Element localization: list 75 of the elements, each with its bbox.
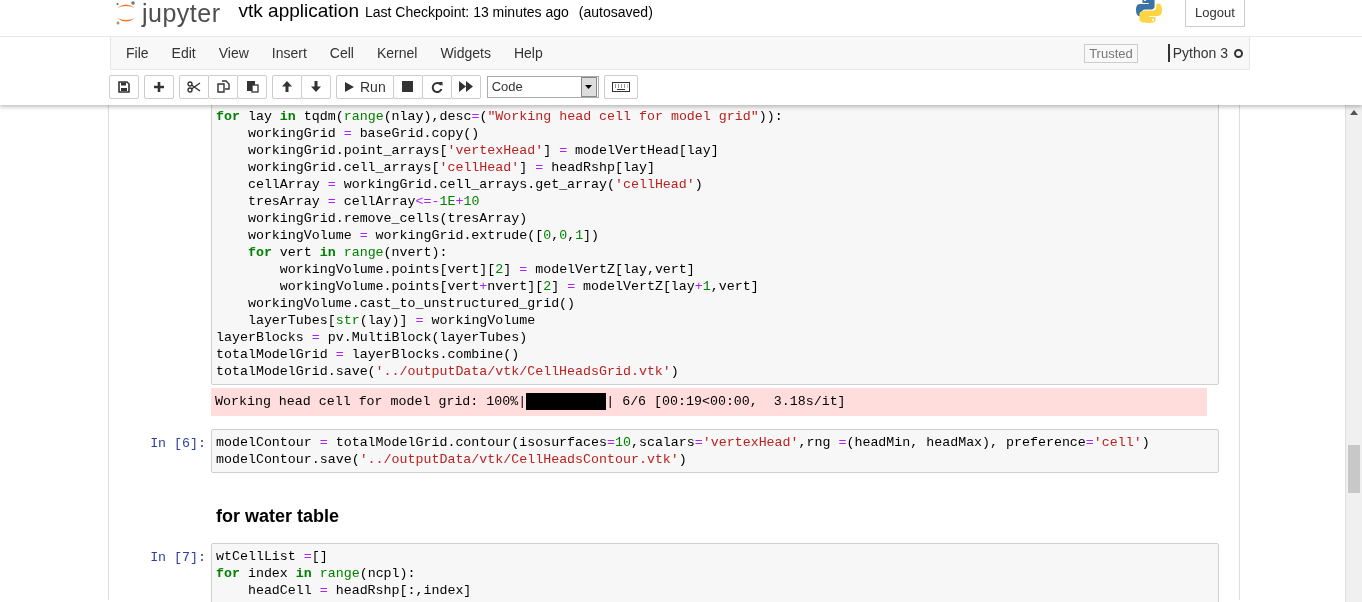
code-line: layerTubes[str(lay)] = workingVolume: [246, 312, 537, 329]
progress-text: | 6/6 [00:19<00:00, 3.18s/it]: [606, 393, 846, 410]
markdown-heading: for water table: [216, 505, 340, 528]
plus-icon: [153, 80, 165, 93]
code-line: workingGrid.remove_cells(tresArray): [246, 210, 529, 227]
move-up-button[interactable]: [272, 74, 302, 99]
menu-item[interactable]: Widgets: [430, 43, 501, 63]
paste-button[interactable]: [237, 74, 267, 99]
play-icon: [344, 80, 355, 93]
code-cell-input[interactable]: [211, 105, 1219, 385]
arrow-up-icon: [281, 80, 293, 93]
fast-forward-icon: [458, 81, 473, 92]
stop-icon: [402, 81, 414, 92]
run-button[interactable]: Run: [336, 74, 394, 99]
keyboard-icon: [611, 81, 630, 92]
last-checkpoint-text: Last Checkpoint: 13 minutes ago: [364, 4, 569, 20]
copy-icon: [216, 80, 230, 93]
menu-item[interactable]: Help: [503, 43, 553, 63]
code-line: workingVolume.points[vert+nvert][2] = modelVertZ[lay+1,vert]: [278, 278, 760, 295]
scroll-up-arrow-icon[interactable]: [1350, 110, 1358, 115]
paste-icon: [245, 80, 259, 93]
code-line: headCell = headRshp[:,index]: [246, 582, 473, 599]
code-line: tresArray = cellArray<=-1E+10: [246, 193, 481, 210]
kernel-name[interactable]: Python 3: [1167, 44, 1228, 62]
code-line: modelContour = totalModelGrid.contour(isosurfaces=10,scalars='vertexHead',rng =(headMin, headMax), preference='cell'): [216, 434, 1151, 451]
code-line: workingVolume.cast_to_unstructured_grid(): [246, 295, 577, 312]
interrupt-button[interactable]: [392, 74, 423, 99]
menu-item[interactable]: Cell: [319, 43, 364, 63]
code-line: for lay in tqdm(range(nlay),desc=("Working head cell for model grid")):: [216, 108, 784, 125]
cell-type-dropdown[interactable]: Code: [486, 75, 599, 98]
code-cell-input[interactable]: modelContour = totalModelGrid.contour(isosurfaces=10,scalars='vertexHead',rng =(headMin, headMax), preference='cell') modelContour.save('../outputData/vtk/CellHeadsContour.vtk'): [211, 429, 1219, 473]
save-button[interactable]: [109, 74, 139, 99]
notebook-title[interactable]: vtk application: [238, 0, 359, 22]
save-icon: [118, 80, 130, 93]
scissors-icon: [187, 80, 201, 93]
restart-button[interactable]: [421, 74, 452, 99]
menu-item[interactable]: Insert: [261, 43, 317, 63]
cut-button[interactable]: [179, 74, 209, 99]
menu-item[interactable]: Kernel: [366, 43, 428, 63]
jupyter-logo-text[interactable]: jupyter: [142, 0, 221, 28]
code-line: workingVolume.points[vert][2] = modelVertZ[lay,vert]: [278, 261, 696, 278]
progress-text: Working head cell for model grid: 100%|: [215, 393, 527, 410]
run-all-button[interactable]: [450, 74, 481, 99]
code-line: totalModelGrid = layerBlocks.combine(): [216, 346, 521, 363]
logout-button[interactable]: Logout: [1185, 0, 1245, 27]
copy-button[interactable]: [208, 74, 238, 99]
code-cell-input[interactable]: wtCellList =[] for index in range(ncpl): headCell = headRshp[:,index]: [211, 543, 1219, 602]
code-line: workingGrid.cell_arrays['cellHead'] = headRshp[lay]: [246, 159, 656, 176]
scrollbar-thumb[interactable]: [1348, 445, 1360, 493]
move-down-button[interactable]: [301, 74, 331, 99]
code-line: workingVolume = workingGrid.extrude([0,0,1]): [246, 227, 601, 244]
code-line: workingGrid = baseGrid.copy(): [246, 125, 481, 142]
scrollbar[interactable]: [1345, 105, 1362, 602]
code-line: workingGrid.point_arrays['vertexHead'] = modelVertHead[lay]: [246, 142, 720, 159]
code-line: modelContour.save('../outputData/vtk/CellHeadsContour.vtk'): [216, 451, 688, 468]
code-line: wtCellList =[]: [216, 548, 329, 565]
trusted-indicator[interactable]: Trusted: [1084, 43, 1138, 63]
code-line: cellArray = workingGrid.cell_arrays.get_array('cellHead'): [246, 176, 704, 193]
keyboard-shortcuts-button[interactable]: [603, 74, 638, 99]
code-line: for index in range(ncpl):: [216, 565, 417, 582]
menu-item[interactable]: File: [116, 43, 159, 63]
autosave-status: (autosaved): [578, 4, 653, 20]
menu-item[interactable]: Edit: [161, 43, 206, 63]
python-logo-icon: [1135, 0, 1163, 24]
insert-cell-button[interactable]: [144, 74, 174, 99]
caret-icon: [585, 84, 593, 89]
cell-prompt: In [7]:: [150, 550, 206, 565]
arrow-down-icon: [310, 80, 322, 93]
cell-prompt: In [6]:: [150, 436, 206, 451]
code-line: for vert in range(nvert):: [246, 244, 449, 261]
restart-icon: [430, 80, 443, 93]
menu-item[interactable]: View: [208, 43, 259, 63]
code-line: layerBlocks = pv.MultiBlock(layerTubes): [216, 329, 529, 346]
code-line: totalModelGrid.save('../outputData/vtk/CellHeadsGrid.vtk'): [216, 363, 680, 380]
jupyter-logo-icon: [114, 0, 138, 26]
